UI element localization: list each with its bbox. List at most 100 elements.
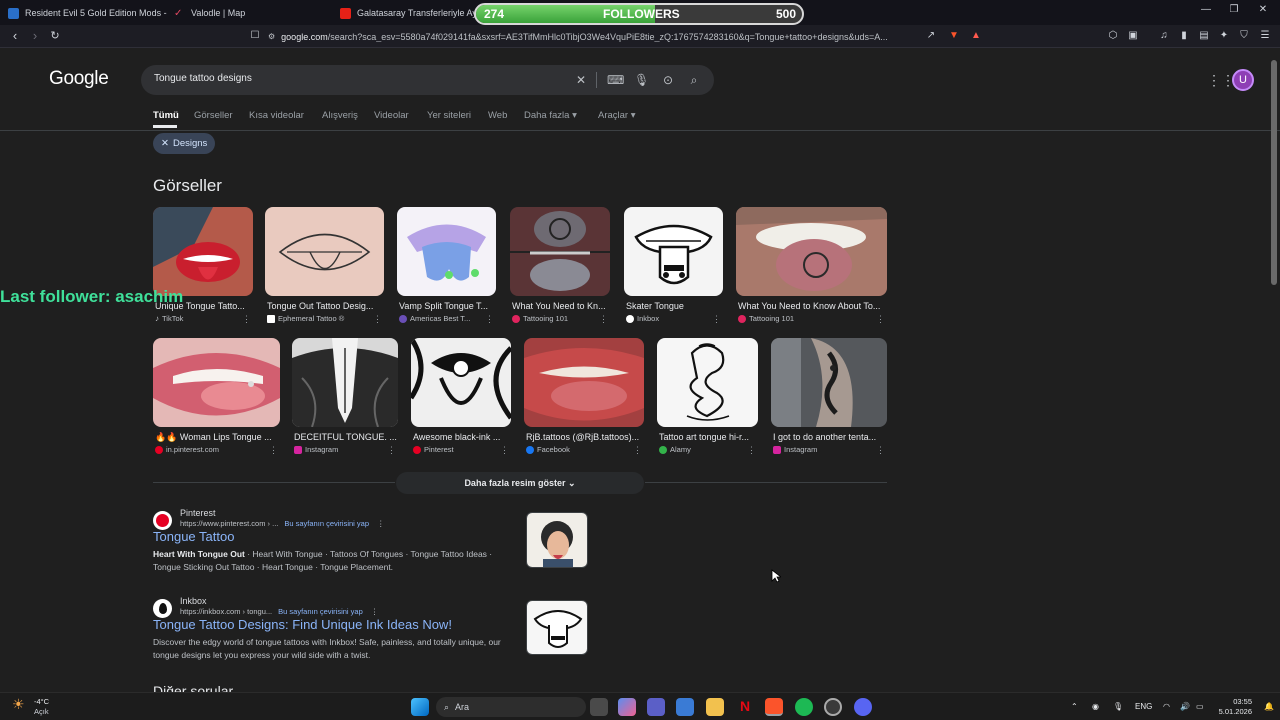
tab-all[interactable]: Tümü	[153, 110, 179, 121]
scrollbar[interactable]	[1271, 60, 1277, 285]
image-source[interactable]: Instagram	[294, 445, 338, 454]
pinterest-icon[interactable]	[153, 511, 172, 530]
more-options-icon[interactable]: ⋮	[712, 314, 721, 325]
netflix-icon[interactable]: N	[736, 698, 754, 716]
image-thumb[interactable]	[736, 207, 887, 296]
image-source[interactable]: Tattooing 101	[512, 314, 568, 323]
more-options-icon[interactable]: ⋮	[269, 445, 278, 456]
menu-icon[interactable]: ☰	[1259, 30, 1271, 42]
result-thumbnail[interactable]	[526, 600, 588, 655]
brave-shields-icon[interactable]: ▼	[948, 30, 960, 42]
leo-ai-icon[interactable]: ✦	[1218, 30, 1230, 42]
translate-link[interactable]: Bu sayfanın çevirisini yap	[284, 519, 369, 528]
image-title[interactable]: Tongue Out Tattoo Desig...	[267, 301, 383, 311]
tab-resident-evil[interactable]: Resident Evil 5 Gold Edition Mods - N	[8, 3, 168, 23]
filter-chip-designs[interactable]: ✕ Designs	[153, 133, 216, 154]
share-icon[interactable]: ↗	[925, 30, 937, 42]
forward-icon[interactable]: ›	[27, 28, 43, 43]
image-title[interactable]: I got to do another tenta...	[773, 432, 886, 442]
image-thumb[interactable]	[411, 338, 511, 427]
google-logo[interactable]: Google	[49, 68, 109, 90]
more-options-icon[interactable]: ⋮	[242, 314, 251, 325]
result-site-name[interactable]: Pinterest	[180, 508, 216, 518]
image-title[interactable]: RjB.tattoos (@RjB.tattoos)...	[526, 432, 643, 442]
microphone-icon[interactable]: 🎙	[1113, 702, 1123, 711]
more-options-icon[interactable]: ⋮	[485, 314, 494, 325]
start-icon[interactable]	[411, 698, 429, 716]
image-source[interactable]: Pinterest	[413, 445, 454, 454]
clock-date[interactable]: 5.01.2026	[1212, 707, 1252, 716]
more-options-icon[interactable]: ⋮	[377, 519, 385, 528]
tab-videos[interactable]: Videolar	[374, 110, 409, 121]
discord-tray-icon[interactable]: ◉	[1092, 702, 1099, 711]
volume-icon[interactable]: 🔊	[1180, 702, 1190, 711]
maximize-icon[interactable]: ❐	[1224, 4, 1244, 15]
tab-shopping[interactable]: Alışveriş	[322, 110, 358, 121]
image-title[interactable]: Skater Tongue	[626, 301, 722, 311]
teams-icon[interactable]	[647, 698, 665, 716]
image-title[interactable]: What You Need to Know About To...	[738, 301, 886, 311]
more-options-icon[interactable]: ⋮	[876, 445, 885, 456]
screenshot-icon[interactable]: ▣	[1127, 30, 1139, 42]
site-info-icon[interactable]: ⚙	[268, 32, 275, 41]
more-options-icon[interactable]: ⋮	[371, 607, 379, 616]
image-thumb[interactable]	[771, 338, 887, 427]
image-title[interactable]: DECEITFUL TONGUE. ...	[294, 432, 397, 442]
more-options-icon[interactable]: ⋮	[747, 445, 756, 456]
chevron-up-icon[interactable]: ⌃	[1071, 702, 1078, 711]
image-title[interactable]: 🔥🔥 Woman Lips Tongue ...	[155, 432, 279, 443]
lens-icon[interactable]: ⊙	[661, 73, 675, 87]
tab-valodle[interactable]: ✓ Valodle | Map	[174, 3, 334, 23]
search-icon[interactable]: ⌕	[687, 73, 701, 88]
tab-short-videos[interactable]: Kısa videolar	[249, 110, 304, 121]
sidebar-icon[interactable]: ▮	[1178, 30, 1190, 42]
discord-icon[interactable]	[854, 698, 872, 716]
image-source[interactable]: ♪ TikTok	[155, 314, 183, 323]
tab-web[interactable]: Web	[488, 110, 507, 121]
weather-temp[interactable]: -4°C	[34, 697, 49, 706]
result-url[interactable]: https://inkbox.com › tongu... Bu sayfanın…	[180, 607, 378, 616]
back-icon[interactable]: ‹	[7, 28, 23, 43]
wallet-icon[interactable]: ▤	[1198, 30, 1210, 42]
image-source[interactable]: in.pinterest.com	[155, 445, 219, 454]
tab-tools[interactable]: Araçlar ▾	[598, 110, 636, 121]
result-title[interactable]: Tongue Tattoo Designs: Find Unique Ink I…	[153, 617, 452, 632]
image-thumb[interactable]	[153, 338, 280, 427]
tab-more[interactable]: Daha fazla ▾	[524, 110, 577, 121]
more-images-button[interactable]: Daha fazla resim göster ⌄	[396, 472, 644, 494]
image-thumb[interactable]	[657, 338, 758, 427]
copilot-icon[interactable]	[618, 698, 636, 716]
close-icon[interactable]: ✕	[161, 138, 169, 149]
result-thumbnail[interactable]	[526, 512, 588, 568]
bookmark-icon[interactable]: ☐	[247, 30, 263, 41]
language-indicator[interactable]: ENG	[1135, 702, 1152, 711]
more-options-icon[interactable]: ⋮	[373, 314, 382, 325]
image-title[interactable]: What You Need to Kn...	[512, 301, 608, 311]
taskbar-search[interactable]: ⌕ Ara	[436, 697, 586, 717]
vpn-icon[interactable]: ⛉	[1238, 30, 1250, 42]
image-source[interactable]: Instagram	[773, 445, 817, 454]
image-thumb[interactable]	[292, 338, 398, 427]
clear-icon[interactable]: ✕	[574, 73, 588, 87]
image-source[interactable]: Alamy	[659, 445, 691, 454]
tab-images[interactable]: Görseller	[194, 110, 233, 121]
spotify-icon[interactable]	[795, 698, 813, 716]
store-icon[interactable]	[676, 698, 694, 716]
image-thumb[interactable]	[153, 207, 253, 296]
media-icon[interactable]: ♫	[1158, 30, 1170, 42]
notification-icon[interactable]: 🔔	[1264, 702, 1274, 711]
microphone-icon[interactable]: 🎙	[634, 73, 649, 87]
weather-icon[interactable]: ☀	[12, 696, 30, 714]
more-options-icon[interactable]: ⋮	[387, 445, 396, 456]
more-options-icon[interactable]: ⋮	[500, 445, 509, 456]
wifi-icon[interactable]: ◠	[1163, 702, 1170, 711]
image-thumb[interactable]	[524, 338, 644, 427]
more-options-icon[interactable]: ⋮	[633, 445, 642, 456]
image-source[interactable]: Facebook	[526, 445, 570, 454]
avatar[interactable]: U	[1232, 69, 1254, 91]
brave-rewards-icon[interactable]: ▲	[970, 30, 982, 42]
result-title[interactable]: Tongue Tattoo	[153, 529, 234, 544]
steam-icon[interactable]	[824, 698, 842, 716]
extension-icon[interactable]: ⬡	[1107, 30, 1119, 42]
reload-icon[interactable]: ↻	[47, 29, 63, 42]
